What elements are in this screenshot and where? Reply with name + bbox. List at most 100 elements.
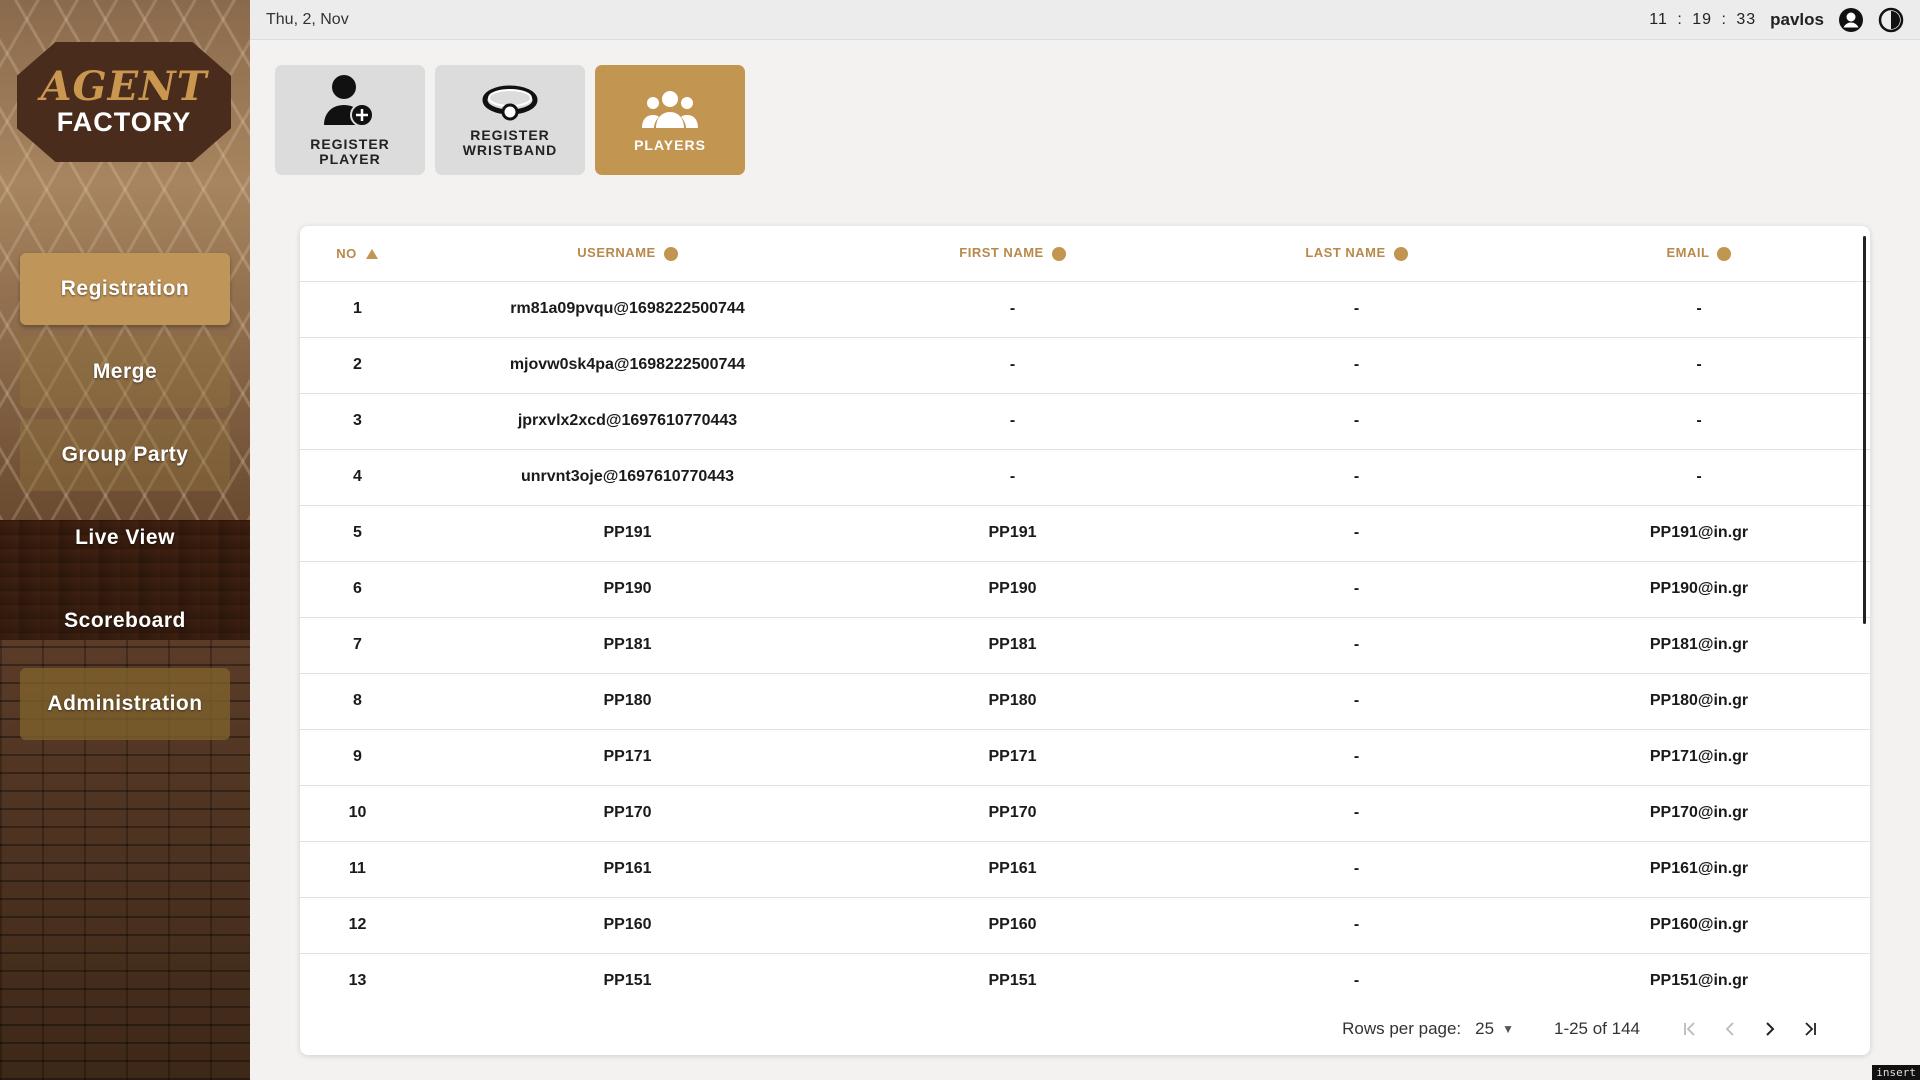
column-header-label: LAST NAME (1305, 245, 1386, 261)
chevron-down-icon[interactable]: ▼ (1502, 1022, 1514, 1036)
table-row[interactable]: 9 PP171 PP171- PP171@in.gr (300, 729, 1870, 786)
first-page-icon[interactable] (1670, 1009, 1710, 1049)
sort-indicator-icon[interactable] (663, 247, 678, 262)
cell-first-name: - (840, 281, 1185, 338)
insert-mode-tag: insert (1872, 1065, 1920, 1080)
sidebar-item-live-view[interactable]: Live View (20, 502, 230, 574)
cell-first-name: PP171 (840, 729, 1185, 786)
cell-last-name: - (1185, 785, 1528, 842)
cell-no: 5 (300, 505, 415, 562)
table-row[interactable]: 12 PP160 PP160- PP160@in.gr (300, 897, 1870, 954)
wristband-icon (482, 85, 538, 121)
register-wristband-button[interactable]: REGISTER WRISTBAND (435, 65, 585, 175)
sidebar-item-administration[interactable]: Administration (20, 668, 230, 740)
pagination: Rows per page: 25 ▼ 1-25 of 144 (300, 1003, 1870, 1055)
next-page-icon[interactable] (1750, 1009, 1790, 1049)
column-header-no[interactable]: NO (300, 226, 415, 282)
table-row[interactable]: 6 PP190 PP190- PP190@in.gr (300, 561, 1870, 618)
column-header-email[interactable]: EMAIL (1528, 226, 1870, 282)
cell-username: PP151 (415, 953, 840, 1010)
sidebar-item-label: Group Party (61, 443, 189, 466)
table-scrollbar[interactable] (1863, 236, 1866, 624)
table-row[interactable]: 11 PP161 PP161- PP161@in.gr (300, 841, 1870, 898)
cell-last-name: - (1185, 617, 1528, 674)
cell-email: PP171@in.gr (1528, 729, 1870, 786)
logo-text-bottom: FACTORY (56, 107, 192, 137)
cell-username: PP170 (415, 785, 840, 842)
sort-indicator-icon[interactable] (1717, 247, 1732, 262)
table-row[interactable]: 1 rm81a09pvqu@1698222500744- - - (300, 281, 1870, 338)
cell-no: 8 (300, 673, 415, 730)
column-header-label: EMAIL (1666, 245, 1710, 261)
cell-first-name: - (840, 449, 1185, 506)
top-bar: Thu, 2, Nov 11 : 19 : 33 pavlos (250, 0, 1920, 40)
sidebar-item-group-party[interactable]: Group Party (20, 419, 230, 491)
players-table-card: NO USERNAME FIRST NAME LAST NAME EMAIL 1… (300, 226, 1870, 1055)
sidebar: AGENT FACTORY Registration Merge Group P… (0, 0, 250, 1080)
current-date: Thu, 2, Nov (266, 10, 349, 28)
cell-email: PP190@in.gr (1528, 561, 1870, 618)
cell-no: 1 (300, 281, 415, 338)
cell-last-name: - (1185, 337, 1528, 394)
cell-last-name: - (1185, 393, 1528, 450)
players-button[interactable]: PLAYERS (595, 65, 745, 175)
table-row[interactable]: 4 unrvnt3oje@1697610770443- - - (300, 449, 1870, 506)
cell-first-name: PP160 (840, 897, 1185, 954)
sort-indicator-icon[interactable] (1051, 247, 1066, 262)
cell-first-name: - (840, 337, 1185, 394)
cell-no: 13 (300, 953, 415, 1010)
sidebar-item-label: Scoreboard (64, 609, 186, 632)
sidebar-item-registration[interactable]: Registration (20, 253, 230, 325)
cell-email: PP161@in.gr (1528, 841, 1870, 898)
agent-factory-logo[interactable]: AGENT FACTORY (17, 42, 231, 162)
theme-toggle-icon[interactable] (1878, 7, 1904, 33)
cell-no: 12 (300, 897, 415, 954)
table-row[interactable]: 13 PP151 PP151- PP151@in.gr (300, 953, 1870, 1010)
table-row[interactable]: 8 PP180 PP180- PP180@in.gr (300, 673, 1870, 730)
cell-username: PP161 (415, 841, 840, 898)
cell-no: 7 (300, 617, 415, 674)
top-bar-right: 11 : 19 : 33 pavlos (1649, 7, 1904, 33)
column-header-label: NO (336, 245, 357, 261)
cell-email: - (1528, 281, 1870, 338)
cell-email: PP181@in.gr (1528, 617, 1870, 674)
cell-email: - (1528, 337, 1870, 394)
cell-username: rm81a09pvqu@1698222500744 (415, 281, 840, 338)
cell-email: - (1528, 393, 1870, 450)
cell-no: 11 (300, 841, 415, 898)
register-player-button[interactable]: REGISTER PLAYER (275, 65, 425, 175)
table-row[interactable]: 10 PP170 PP170- PP170@in.gr (300, 785, 1870, 842)
column-header-last-name[interactable]: LAST NAME (1185, 226, 1528, 282)
previous-page-icon[interactable] (1710, 1009, 1750, 1049)
sidebar-item-merge[interactable]: Merge (20, 336, 230, 408)
sort-indicator-icon[interactable] (1393, 247, 1408, 262)
column-header-first-name[interactable]: FIRST NAME (840, 226, 1185, 282)
column-header-label: FIRST NAME (959, 245, 1044, 261)
last-page-icon[interactable] (1790, 1009, 1830, 1049)
clock: 11 : 19 : 33 (1649, 10, 1757, 28)
cell-first-name: PP180 (840, 673, 1185, 730)
sidebar-item-scoreboard[interactable]: Scoreboard (20, 585, 230, 657)
table-row[interactable]: 2 mjovw0sk4pa@1698222500744- - - (300, 337, 1870, 394)
column-header-username[interactable]: USERNAME (415, 226, 840, 282)
column-header-label: USERNAME (577, 245, 656, 261)
cell-last-name: - (1185, 673, 1528, 730)
cell-last-name: - (1185, 505, 1528, 562)
sidebar-item-label: Registration (60, 277, 190, 300)
table-header-row: NO USERNAME FIRST NAME LAST NAME EMAIL (300, 226, 1870, 282)
cell-email: PP170@in.gr (1528, 785, 1870, 842)
cell-last-name: - (1185, 897, 1528, 954)
sort-ascending-icon[interactable] (365, 248, 379, 260)
cell-no: 4 (300, 449, 415, 506)
cell-no: 9 (300, 729, 415, 786)
table-row[interactable]: 7 PP181 PP181- PP181@in.gr (300, 617, 1870, 674)
sidebar-item-label: Merge (92, 360, 158, 383)
cell-username: PP181 (415, 617, 840, 674)
account-icon[interactable] (1838, 7, 1864, 33)
table-row[interactable]: 3 jprxvlx2xcd@1697610770443- - - (300, 393, 1870, 450)
cell-username: PP190 (415, 561, 840, 618)
rows-per-page-select[interactable]: 25 (1475, 1019, 1494, 1039)
tile-label: REGISTER (470, 127, 550, 143)
cell-email: PP180@in.gr (1528, 673, 1870, 730)
table-row[interactable]: 5 PP191 PP191- PP191@in.gr (300, 505, 1870, 562)
